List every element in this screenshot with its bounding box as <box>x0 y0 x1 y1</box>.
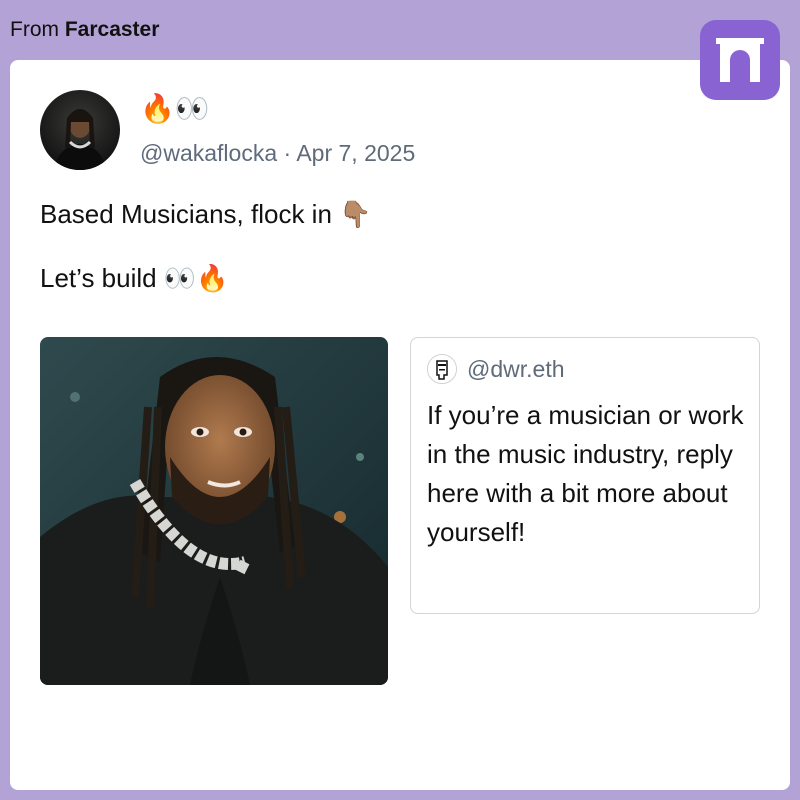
author-avatar[interactable] <box>40 90 120 170</box>
quote-author-handle[interactable]: @dwr.eth <box>467 356 565 383</box>
quoted-cast[interactable]: @dwr.eth If you’re a musician or work in… <box>410 337 760 614</box>
author-display-name: 🔥👀 <box>140 93 210 124</box>
quote-text: If you’re a musician or work in the musi… <box>427 400 744 547</box>
source-line: From Farcaster <box>10 18 159 42</box>
author-meta: @wakaflocka · Apr 7, 2025 <box>140 140 415 167</box>
source-platform: Farcaster <box>64 18 160 41</box>
meta-separator: · <box>283 140 292 166</box>
quote-author-avatar[interactable] <box>427 354 457 384</box>
farcaster-logo[interactable] <box>700 20 780 100</box>
farcaster-arch-icon <box>716 38 764 82</box>
source-prefix: From <box>10 18 59 41</box>
author-handle[interactable]: @wakaflocka <box>140 140 277 166</box>
post-text: Based Musicians, flock in 👇🏽 Let’s build… <box>40 199 372 293</box>
post-image[interactable] <box>40 337 388 685</box>
post-date: Apr 7, 2025 <box>296 140 416 166</box>
